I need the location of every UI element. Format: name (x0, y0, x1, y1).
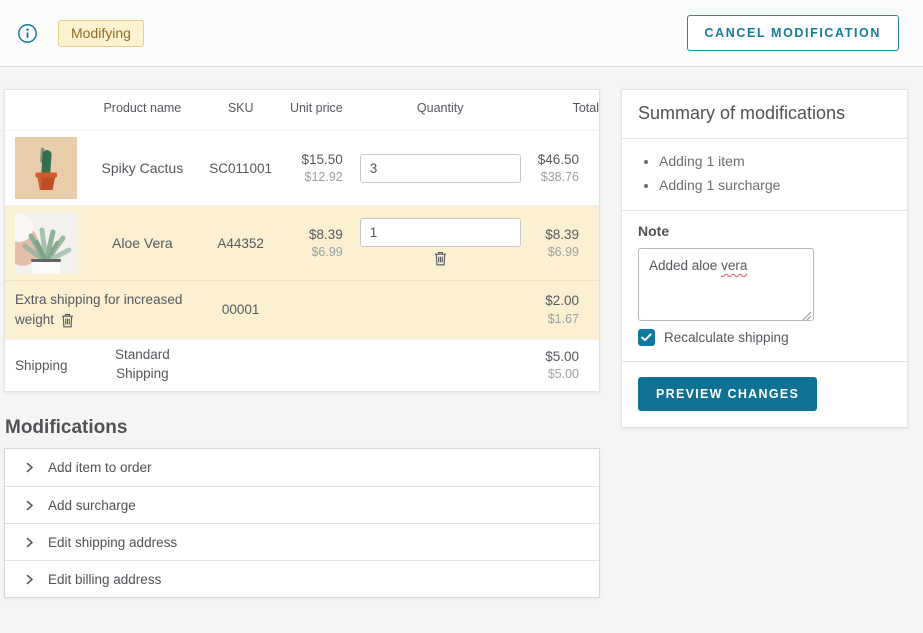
row-total: $2.00 (538, 292, 579, 310)
row-total-discounted: $38.76 (538, 169, 579, 186)
accordion-label: Add item to order (48, 460, 152, 475)
status-badge: Modifying (58, 20, 144, 47)
unit-price-cell: $15.50 $12.92 (281, 131, 342, 206)
total-cell: $5.00 $5.00 (538, 339, 599, 391)
product-image-aloe-vera (15, 212, 77, 274)
table-row-surcharge: Extra shipping for increased weight 0000… (5, 281, 599, 340)
product-image-spiky-cactus (15, 137, 77, 199)
unit-price: $8.39 (281, 226, 342, 244)
resize-handle[interactable] (802, 309, 812, 319)
note-label: Note (638, 223, 891, 239)
shipping-label: Shipping (5, 339, 85, 391)
modifications-title: Modifications (5, 417, 600, 439)
unit-price-cell: $8.39 $6.99 (281, 206, 342, 281)
trash-icon (61, 313, 74, 328)
surcharge-sku: 00001 (200, 281, 281, 340)
chevron-right-icon (24, 462, 35, 473)
preview-changes-button[interactable]: PREVIEW CHANGES (638, 377, 817, 411)
info-icon[interactable] (16, 22, 38, 44)
product-sku: SC011001 (200, 131, 281, 206)
table-header-row: Product name SKU Unit price Quantity Tot… (5, 90, 599, 131)
remove-item-button[interactable] (431, 249, 450, 268)
surcharge-label: Extra shipping for increased weight (15, 292, 182, 327)
shipping-method: Standard Shipping (85, 339, 200, 391)
misspelled-word: vera (721, 258, 747, 273)
row-total-discounted: $6.99 (538, 244, 579, 261)
row-total-discounted: $1.67 (538, 311, 579, 328)
accordion-label: Edit billing address (48, 572, 161, 587)
order-items-table: Product name SKU Unit price Quantity Tot… (4, 89, 600, 392)
product-name: Spiky Cactus (85, 131, 200, 206)
recalculate-shipping-label: Recalculate shipping (664, 330, 789, 345)
accordion-label: Add surcharge (48, 498, 136, 513)
summary-list: Adding 1 item Adding 1 surcharge (622, 139, 907, 211)
summary-card: Summary of modifications Adding 1 item A… (621, 89, 908, 428)
total-cell: $46.50 $38.76 (538, 131, 599, 206)
table-row-spiky-cactus: Spiky Cactus SC011001 $15.50 $12.92 (5, 131, 599, 206)
column-header-quantity: Quantity (343, 90, 538, 131)
accordion-label: Edit shipping address (48, 535, 177, 550)
row-total: $8.39 (538, 226, 579, 244)
table-row-aloe-vera: Aloe Vera A44352 $8.39 $6.99 (5, 206, 599, 281)
summary-item: Adding 1 surcharge (659, 173, 891, 197)
column-header-total: Total (538, 90, 599, 131)
column-header-unit-price: Unit price (281, 90, 342, 131)
row-total: $5.00 (538, 348, 579, 366)
chevron-right-icon (24, 537, 35, 548)
trash-icon (434, 251, 447, 266)
cancel-modification-button[interactable]: CANCEL MODIFICATION (687, 15, 899, 51)
row-total: $46.50 (538, 151, 579, 169)
recalculate-shipping-option[interactable]: Recalculate shipping (638, 329, 891, 346)
summary-title: Summary of modifications (638, 103, 891, 124)
remove-surcharge-button[interactable] (58, 311, 77, 330)
unit-price-discounted: $12.92 (281, 169, 342, 186)
checkmark-icon (641, 333, 652, 342)
unit-price-discounted: $6.99 (281, 244, 342, 261)
accordion-add-item-to-order[interactable]: Add item to order (5, 449, 599, 486)
quantity-input-spiky-cactus[interactable] (360, 154, 521, 183)
column-header-sku: SKU (200, 90, 281, 131)
accordion-edit-shipping-address[interactable]: Edit shipping address (5, 523, 599, 560)
recalculate-shipping-checkbox[interactable] (638, 329, 655, 346)
chevron-right-icon (24, 500, 35, 511)
image-column-header (5, 90, 85, 131)
chevron-right-icon (24, 574, 35, 585)
note-textarea[interactable]: Added aloe vera (638, 248, 814, 321)
main-content: Product name SKU Unit price Quantity Tot… (0, 67, 923, 598)
row-total-discounted: $5.00 (538, 366, 579, 383)
total-cell: $8.39 $6.99 (538, 206, 599, 281)
table-row-shipping: Shipping Standard Shipping $5.00 $5.00 (5, 339, 599, 391)
modifications-accordion: Add item to order Add surcharge Edit shi… (4, 448, 600, 598)
product-name: Aloe Vera (85, 206, 200, 281)
accordion-edit-billing-address[interactable]: Edit billing address (5, 560, 599, 597)
top-bar: Modifying CANCEL MODIFICATION (0, 0, 923, 67)
accordion-add-surcharge[interactable]: Add surcharge (5, 486, 599, 523)
product-sku: A44352 (200, 206, 281, 281)
column-header-product-name: Product name (85, 90, 200, 131)
total-cell: $2.00 $1.67 (538, 281, 599, 340)
unit-price: $15.50 (281, 151, 342, 169)
summary-item: Adding 1 item (659, 149, 891, 173)
quantity-input-aloe-vera[interactable] (360, 218, 521, 247)
